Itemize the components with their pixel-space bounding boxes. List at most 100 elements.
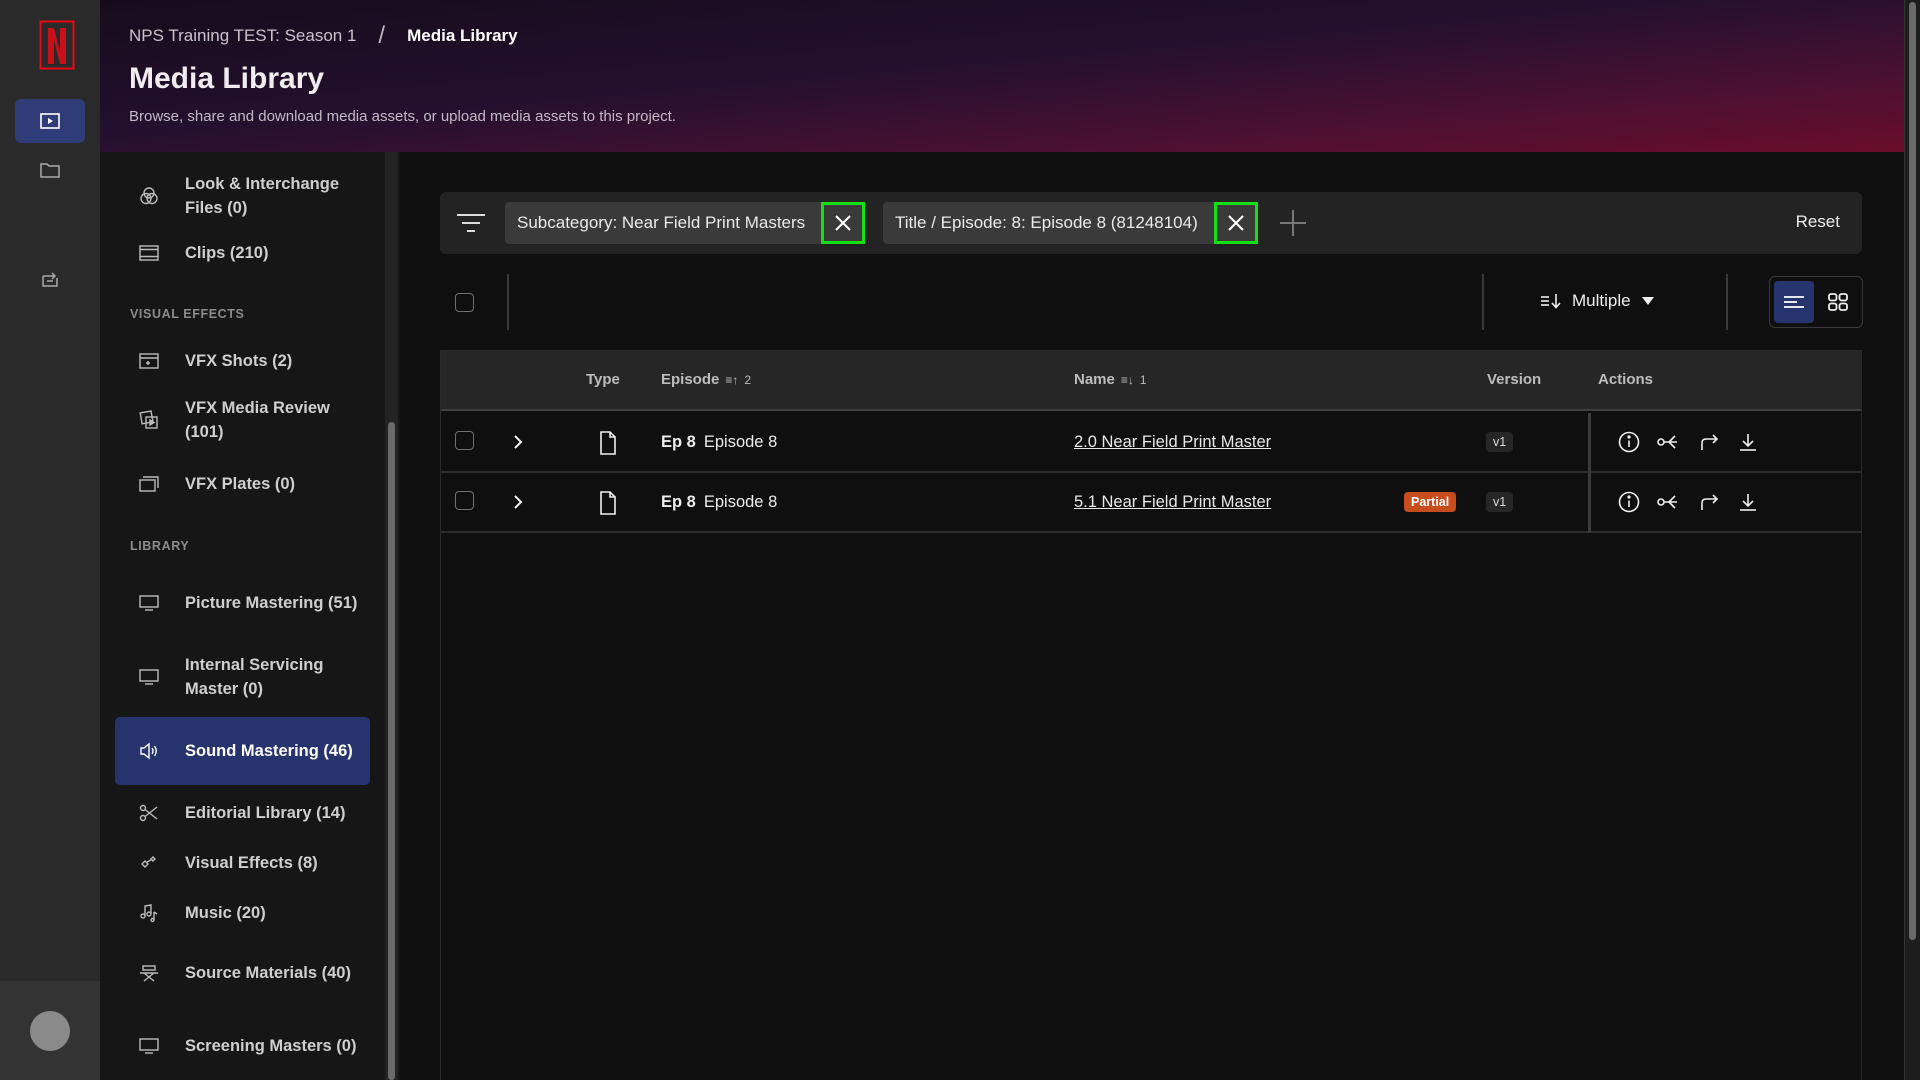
media-review-icon — [137, 408, 161, 432]
grid-view-button[interactable] — [1818, 281, 1858, 323]
chevron-down-icon — [1641, 297, 1654, 305]
sidebar-item-clips[interactable]: Clips (210) — [115, 238, 370, 268]
list-view-button[interactable] — [1774, 281, 1814, 323]
column-episode-label: Episode — [661, 371, 720, 388]
sidebar-item-visual-effects[interactable]: Visual Effects (8) — [115, 848, 370, 878]
page-title: Media Library — [129, 62, 325, 95]
reset-filters-button[interactable]: Reset — [1796, 212, 1840, 232]
toolbar-divider — [1726, 274, 1728, 330]
episode-name: Episode 8 — [703, 433, 778, 451]
info-icon — [1618, 431, 1640, 453]
file-icon — [600, 431, 616, 455]
rail-transfers-button[interactable] — [15, 257, 85, 301]
table-row[interactable]: Ep 8 Episode 8 5.1 Near Field Print Maste… — [441, 473, 1861, 533]
sidebar-item-music[interactable]: Music (20) — [115, 898, 370, 928]
column-actions: Actions — [1598, 371, 1653, 388]
select-all-checkbox[interactable] — [455, 293, 474, 312]
toolbar-divider — [1482, 274, 1484, 330]
asset-name-link[interactable]: 5.1 Near Field Print Master — [1074, 493, 1271, 512]
sidebar-item-label: Screening Masters (0) — [185, 1037, 357, 1055]
column-name[interactable]: Name ≡↓ 1 — [1074, 371, 1147, 388]
sidebar-item-screening-masters[interactable]: Screening Masters (0) — [115, 1021, 370, 1071]
info-button[interactable] — [1617, 490, 1641, 514]
sort-priority: 2 — [744, 372, 752, 387]
sidebar-item-internal-servicing-master[interactable]: Internal Servicing Master (0) — [115, 652, 370, 702]
page-scrollbar-thumb[interactable] — [1909, 2, 1916, 940]
rail-media-library-button[interactable] — [15, 99, 85, 143]
partial-status-badge: Partial — [1404, 492, 1457, 512]
asset-name-link[interactable]: 2.0 Near Field Print Master — [1074, 433, 1271, 452]
film-strip-icon — [137, 241, 161, 265]
column-type-label: Type — [586, 371, 620, 388]
filter-icon[interactable] — [456, 209, 486, 237]
inbox-transfer-icon — [42, 272, 58, 287]
filter-chip-subcategory: Subcategory: Near Field Print Masters — [505, 202, 865, 244]
sidebar-item-sound-mastering[interactable]: Sound Mastering (46) — [115, 717, 370, 785]
page-header: NPS Training TEST: Season 1 / Media Libr… — [100, 0, 1904, 152]
sidebar-item-label: Internal Servicing Master (0) — [185, 656, 324, 698]
sidebar-item-label: VFX Media Review (101) — [185, 399, 330, 441]
avatar[interactable] — [30, 1011, 70, 1051]
sidebar-item-vfx-plates[interactable]: VFX Plates (0) — [115, 469, 370, 499]
sparkle-icon — [137, 851, 161, 875]
share-button[interactable] — [1656, 490, 1680, 514]
forward-icon — [1701, 494, 1719, 510]
share-icon — [1657, 435, 1677, 449]
sidebar-item-picture-mastering[interactable]: Picture Mastering (51) — [115, 578, 370, 628]
download-button[interactable] — [1736, 430, 1760, 454]
sidebar-item-look-interchange[interactable]: Look & Interchange Files (0) — [115, 171, 370, 221]
filter-chip-title-episode: Title / Episode: 8: Episode 8 (81248104) — [883, 202, 1258, 244]
table-row[interactable]: Ep 8 Episode 8 2.0 Near Field Print Maste… — [441, 413, 1861, 473]
row-checkbox[interactable] — [455, 431, 474, 450]
scissors-icon — [137, 801, 161, 825]
remove-filter-button[interactable] — [821, 202, 865, 244]
rail-footer — [0, 980, 100, 1080]
music-notes-icon — [137, 901, 161, 925]
info-icon — [1618, 491, 1640, 513]
close-icon — [835, 215, 851, 231]
breadcrumb: NPS Training TEST: Season 1 / Media Libr… — [129, 22, 518, 50]
version-badge: v1 — [1486, 492, 1514, 512]
row-checkbox[interactable] — [455, 491, 474, 510]
grid-view-icon — [1828, 293, 1848, 311]
media-play-icon — [40, 113, 60, 129]
expand-chevron-icon[interactable] — [511, 492, 525, 512]
sort-dropdown[interactable]: Multiple — [1540, 291, 1655, 311]
filter-chip-label: Subcategory: Near Field Print Masters — [517, 213, 806, 232]
sort-descending-icon: ≡↓ — [1120, 372, 1134, 387]
view-toggle — [1769, 276, 1863, 328]
breadcrumb-project[interactable]: NPS Training TEST: Season 1 — [129, 26, 356, 46]
sidebar-item-label: Editorial Library (14) — [185, 804, 346, 822]
info-button[interactable] — [1617, 430, 1641, 454]
sidebar-item-vfx-shots[interactable]: VFX Shots (2) — [115, 346, 370, 376]
column-type[interactable]: Type — [586, 371, 620, 388]
sidebar-item-editorial-library[interactable]: Editorial Library (14) — [115, 798, 370, 828]
remove-filter-button[interactable] — [1214, 202, 1258, 244]
color-circles-icon — [137, 184, 161, 208]
download-button[interactable] — [1736, 490, 1760, 514]
sidebar-item-vfx-media-review[interactable]: VFX Media Review (101) — [115, 395, 370, 445]
column-version: Version — [1487, 371, 1541, 388]
speaker-icon — [137, 739, 161, 763]
forward-button[interactable] — [1697, 490, 1721, 514]
forward-button[interactable] — [1697, 430, 1721, 454]
rail-folder-button[interactable] — [15, 148, 85, 192]
sidebar-item-label: Clips (210) — [185, 244, 269, 262]
share-button[interactable] — [1656, 430, 1680, 454]
add-filter-icon[interactable] — [1278, 208, 1308, 238]
expand-chevron-icon[interactable] — [511, 432, 525, 452]
netflix-logo-icon[interactable] — [39, 20, 75, 72]
plates-icon — [137, 472, 161, 496]
main-content: Subcategory: Near Field Print Masters Ti… — [400, 152, 1904, 1080]
episode-cell: Ep 8 Episode 8 — [661, 433, 777, 452]
page-scrollbar[interactable] — [1904, 0, 1920, 1080]
episode-code: Ep 8 — [661, 493, 696, 511]
sidebar-item-label: Look & Interchange Files (0) — [185, 175, 340, 217]
sidebar-scrollbar-thumb[interactable] — [388, 422, 395, 1080]
sidebar-item-source-materials[interactable]: Source Materials (40) — [115, 948, 370, 998]
forward-icon — [1701, 434, 1719, 450]
episode-name: Episode 8 — [703, 493, 778, 511]
sort-label: Multiple — [1572, 291, 1631, 310]
column-episode[interactable]: Episode ≡↑ 2 — [661, 371, 751, 388]
monitor-icon — [137, 1034, 161, 1058]
